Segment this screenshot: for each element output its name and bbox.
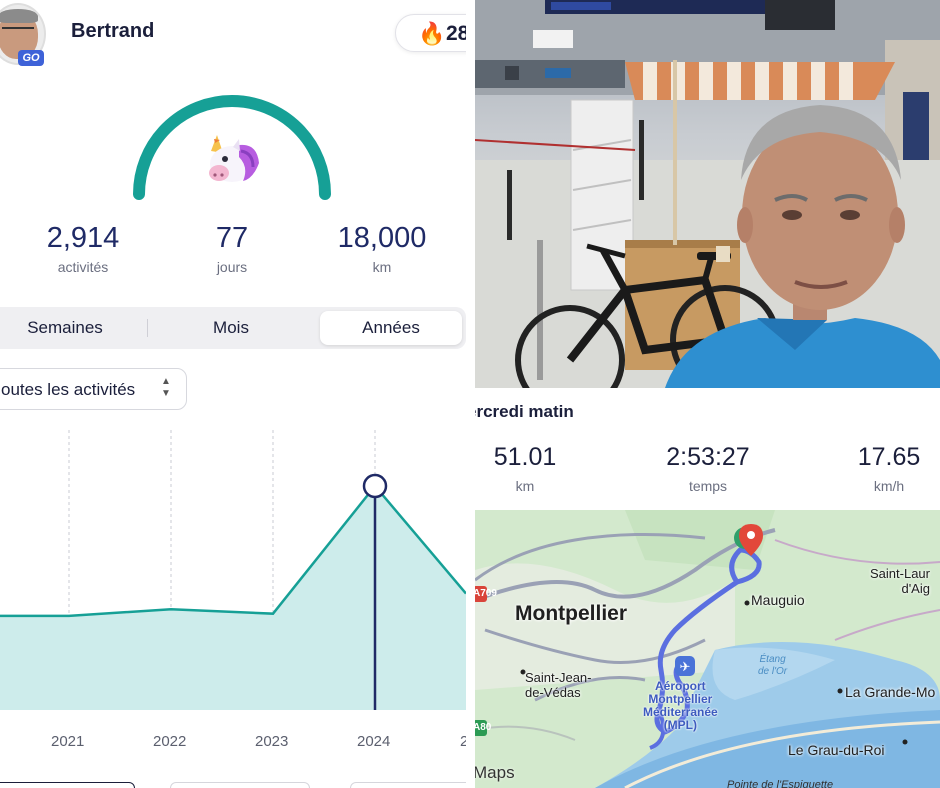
x-tick-label: 2024 <box>357 733 391 750</box>
tab-months[interactable]: Mois <box>156 311 306 345</box>
bottom-button-row <box>0 782 466 788</box>
streak-pill[interactable]: 🔥 28 <box>395 14 466 52</box>
username: Bertrand <box>71 20 155 42</box>
x-tick-label: 2023 <box>255 733 289 750</box>
bottom-button[interactable] <box>350 782 466 788</box>
activity-panel: ercredi matin 51.01 km 2:53:27 temps 17.… <box>475 0 940 788</box>
tab-weeks[interactable]: Semaines <box>0 311 140 345</box>
streak-count: 28 <box>446 22 466 45</box>
stat-days: 77 jours <box>162 222 302 275</box>
activity-time: 2:53:27 temps <box>638 443 778 494</box>
stat-km-value: 18,000 <box>337 222 427 254</box>
stat-days-label: jours <box>216 259 248 275</box>
chevron-updown-icon: ▲ ▼ <box>161 376 171 399</box>
map-label-pointe: Pointe de l'Espiguette <box>727 779 834 788</box>
activity-filter-value: outes les activités <box>1 380 136 399</box>
map-label-mauguio: Mauguio <box>751 592 805 608</box>
map-label-montpellier: Montpellier <box>515 602 628 625</box>
stat-activities-label: activités <box>57 259 109 275</box>
road-badge-a709: A709 <box>475 586 497 602</box>
stat-km-label: km <box>372 259 392 275</box>
activity-speed-value: 17.65 <box>857 443 921 471</box>
activity-distance-value: 51.01 <box>493 443 557 471</box>
go-badge: GO <box>18 50 44 66</box>
x-tick-label: 2 <box>460 733 466 750</box>
activity-photo[interactable] <box>475 0 940 388</box>
activity-distance: 51.01 km <box>475 443 595 494</box>
map-label-la-grande-motte: La Grande-Mo <box>845 684 936 700</box>
activity-filter-select[interactable]: outes les activités ▲ ▼ <box>0 368 187 410</box>
x-tick-label: 2021 <box>51 733 85 750</box>
bottom-button[interactable] <box>0 782 135 788</box>
map-label-saint-jean: Saint-Jean- de-Védas <box>525 670 592 700</box>
stat-km: 18,000 km <box>312 222 452 275</box>
activity-distance-label: km <box>515 478 535 494</box>
road-badge-a80: A80 <box>475 720 491 736</box>
activity-photo-image <box>475 0 940 388</box>
map-label-saint-laurent: Saint-Laur d'Aig <box>870 566 930 596</box>
activity-title: ercredi matin <box>475 402 574 421</box>
series-area <box>0 486 466 710</box>
period-selector: Semaines Mois Années <box>0 307 466 349</box>
stat-days-value: 77 <box>215 222 249 254</box>
map-label-etang: Étang de l'Or <box>758 654 788 677</box>
stat-activities-value: 2,914 <box>46 222 120 254</box>
activity-speed: 17.65 km/h <box>819 443 940 494</box>
tab-years[interactable]: Années <box>320 311 462 345</box>
unicorn-icon <box>209 135 259 182</box>
svg-text:✈: ✈ <box>680 660 691 675</box>
flame-icon: 🔥 <box>418 21 446 46</box>
bottom-button[interactable] <box>170 782 310 788</box>
map-label-grau-du-roi: Le Grau-du-Roi <box>788 742 885 758</box>
profile-panel: GO Bertrand 🔥 28 2,914 activités 77 jour… <box>0 0 466 788</box>
maps-attribution: Maps <box>475 763 515 782</box>
data-point[interactable] <box>168 606 174 612</box>
route-map[interactable]: ✈ A709 A80 Montpellier Mauguio Saint-Lau… <box>475 510 940 788</box>
yearly-chart[interactable] <box>0 420 466 760</box>
activity-time-value: 2:53:27 <box>666 443 750 471</box>
stat-activities: 2,914 activités <box>13 222 153 275</box>
activity-speed-label: km/h <box>873 478 905 494</box>
map-label-airport: Aéroport Montpellier Méditerranée (MPL) <box>643 679 718 732</box>
activity-time-label: temps <box>688 478 728 494</box>
data-point[interactable] <box>372 483 378 489</box>
x-tick-label: 2022 <box>153 733 187 750</box>
data-point[interactable] <box>270 611 276 617</box>
data-point[interactable] <box>66 613 72 619</box>
